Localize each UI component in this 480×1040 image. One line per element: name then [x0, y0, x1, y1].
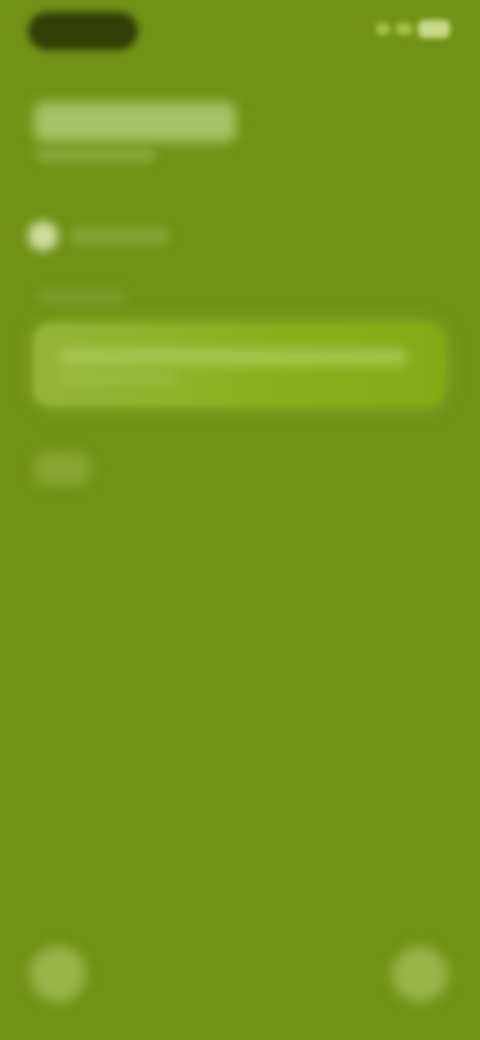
signal-icon	[376, 23, 390, 35]
dynamic-island	[28, 12, 138, 50]
page-title	[34, 102, 236, 142]
section-label	[36, 290, 126, 304]
screen	[0, 0, 480, 1040]
field-text	[58, 348, 408, 366]
radio-icon[interactable]	[28, 221, 58, 251]
small-chip[interactable]	[34, 452, 90, 486]
page-subtitle	[36, 148, 156, 162]
bottom-right-button[interactable]	[392, 946, 448, 1002]
option-label	[70, 229, 170, 243]
wifi-icon	[396, 23, 412, 35]
battery-icon	[418, 20, 450, 38]
primary-field[interactable]	[34, 324, 444, 406]
option-row[interactable]	[28, 216, 208, 256]
field-subtext	[58, 374, 178, 384]
bottom-left-button[interactable]	[30, 946, 86, 1002]
status-icons	[350, 18, 450, 40]
